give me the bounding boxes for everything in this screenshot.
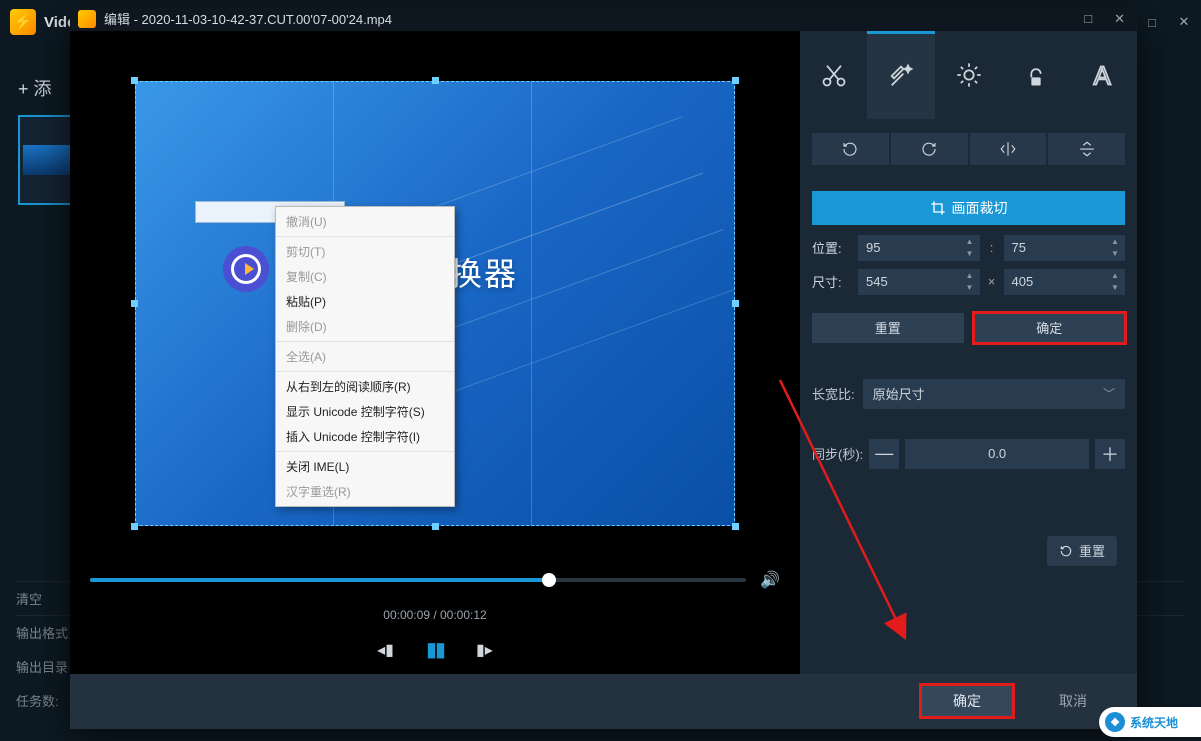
dialog-maximize-icon[interactable]: □ [1080,9,1096,29]
position-x-input[interactable]: 95▲▼ [858,235,980,261]
clear-list-label[interactable]: 清空 [16,589,42,608]
add-button[interactable]: + 添 [18,75,52,101]
spinner-down-icon[interactable]: ▼ [962,282,978,294]
spinner-up-icon[interactable]: ▲ [1107,270,1123,282]
chevron-down-icon: ﹀ [1103,385,1115,402]
flip-vertical-button[interactable] [1048,133,1125,165]
svg-text:A: A [1094,62,1112,89]
position-y-input[interactable]: 75▲▼ [1004,235,1126,261]
preview-area[interactable]: ↖ 烁光视频转换器 撤消(U) 剪切(T) 复制(C) 粘贴(P) 删除(D) … [70,31,800,556]
brand-text: 系统天地 [1130,714,1178,731]
tab-trim[interactable] [800,31,867,119]
dialog-footer: 确定 取消 [70,674,1137,729]
crop-handle[interactable] [432,523,439,530]
sync-label: 同步(秒): [812,444,863,463]
timeline[interactable]: 🔊 [70,556,800,604]
next-frame-button[interactable]: ▮▸ [476,640,493,660]
tab-watermark[interactable] [1002,31,1069,119]
preview-pane: ↖ 烁光视频转换器 撤消(U) 剪切(T) 复制(C) 粘贴(P) 删除(D) … [70,31,800,674]
tab-effects[interactable] [867,31,934,119]
rotate-buttons [800,119,1137,179]
size-label: 尺寸: [812,272,850,291]
crop-handle[interactable] [732,77,739,84]
crop-confirm-button[interactable]: 确定 [974,313,1126,343]
timeline-track[interactable] [90,578,746,582]
crop-handle[interactable] [432,77,439,84]
task-count-label: 任务数: [16,691,59,710]
spinner-down-icon[interactable]: ▼ [962,248,978,260]
crop-section-header: 画面裁切 [812,191,1125,225]
brand-icon: ❖ [1105,712,1125,732]
aspect-label: 长宽比: [812,384,855,403]
size-w-input[interactable]: 545▲▼ [858,269,980,295]
close-icon[interactable]: ✕ [1177,14,1191,30]
video-thumbnail[interactable] [18,115,76,205]
flip-horizontal-button[interactable] [970,133,1047,165]
rotate-left-button[interactable] [812,133,889,165]
crop-handle[interactable] [732,300,739,307]
pause-button[interactable]: ▮▮ [426,637,444,662]
crop-handle[interactable] [131,523,138,530]
size-h-input[interactable]: 405▲▼ [1004,269,1126,295]
tab-adjust[interactable] [935,31,1002,119]
rotate-right-button[interactable] [891,133,968,165]
dialog-titlebar: 编辑 - 2020-11-03-10-42-37.CUT.00'07-00'24… [70,7,1137,31]
spinner-up-icon[interactable]: ▲ [1107,236,1123,248]
edit-dialog: 编辑 - 2020-11-03-10-42-37.CUT.00'07-00'24… [70,7,1137,729]
spinner-up-icon[interactable]: ▲ [962,270,978,282]
tool-tabs: A [800,31,1137,119]
timeline-thumb[interactable] [542,573,556,587]
position-label: 位置: [812,238,850,257]
edit-panel: A 画面裁切 位置: 95▲▼ : 75▲▼ 尺寸 [800,31,1137,674]
crop-region[interactable]: ↖ 烁光视频转换器 撤消(U) 剪切(T) 复制(C) 粘贴(P) 删除(D) … [135,81,735,526]
sync-value[interactable]: 0.0 [905,439,1089,469]
aspect-value: 原始尺寸 [873,384,925,403]
brand-badge: ❖ 系统天地 [1099,707,1201,737]
spinner-down-icon[interactable]: ▼ [1107,282,1123,294]
dialog-title: 编辑 - 2020-11-03-10-42-37.CUT.00'07-00'24… [104,9,392,28]
volume-icon[interactable]: 🔊 [760,570,780,590]
crop-handle[interactable] [131,77,138,84]
app-logo-icon: ⚡ [10,9,36,35]
dialog-logo-icon [78,10,96,28]
sync-minus-button[interactable]: — [869,439,899,469]
panel-reset-button[interactable]: 重置 [1047,536,1117,566]
output-dir-label: 输出目录 [16,657,68,676]
crop-reset-button[interactable]: 重置 [812,313,964,343]
tab-subtitle[interactable]: A [1070,31,1137,119]
dialog-ok-button[interactable]: 确定 [921,685,1013,717]
time-display: 00:00:09 / 00:00:12 [70,604,800,626]
dialog-close-icon[interactable]: ✕ [1110,9,1129,29]
crop-handle[interactable] [131,300,138,307]
maximize-icon[interactable]: □ [1145,15,1159,30]
spinner-down-icon[interactable]: ▼ [1107,248,1123,260]
crop-handle[interactable] [732,523,739,530]
aspect-select[interactable]: 原始尺寸 ﹀ [863,379,1125,409]
playback-controls: ◂▮ ▮▮ ▮▸ [70,626,800,674]
crop-header-label: 画面裁切 [952,198,1008,218]
output-format-label: 输出格式 [16,623,68,642]
spinner-up-icon[interactable]: ▲ [962,236,978,248]
prev-frame-button[interactable]: ◂▮ [377,640,394,660]
sync-plus-button[interactable]: ＋ [1095,439,1125,469]
